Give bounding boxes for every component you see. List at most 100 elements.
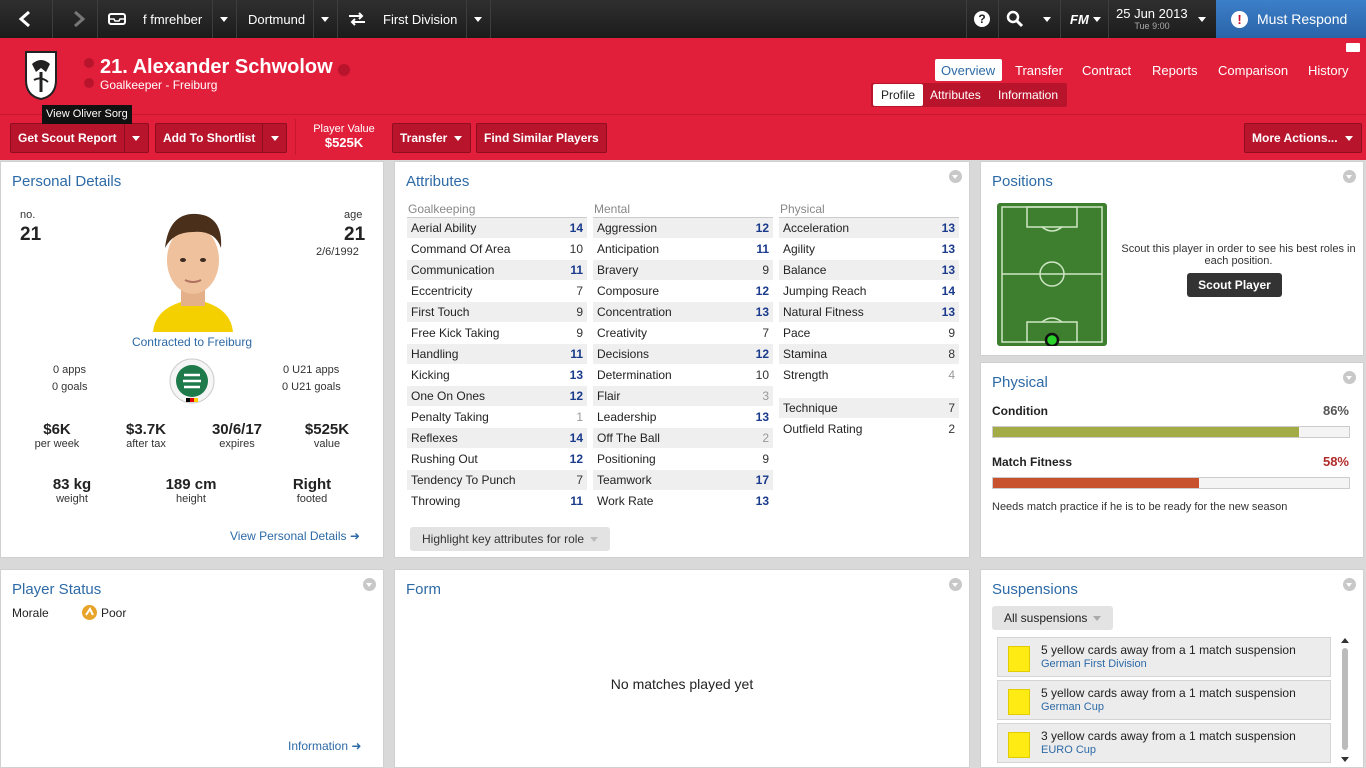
manager-name: f fmrehber (143, 11, 203, 27)
chevron-down-icon[interactable] (474, 0, 482, 38)
attribute-row[interactable]: Reflexes 14 (407, 428, 587, 448)
attribute-row[interactable]: Jumping Reach 14 (779, 281, 959, 301)
attribute-row[interactable]: Acceleration 13 (779, 218, 959, 238)
find-similar-button[interactable]: Find Similar Players (476, 123, 607, 153)
attribute-row[interactable]: Eccentricity 7 (407, 281, 587, 301)
scrollbar[interactable] (1341, 638, 1349, 762)
help-icon[interactable]: ? (973, 0, 991, 38)
subtab-attributes[interactable]: Attributes (922, 83, 989, 107)
attribute-row-technique[interactable]: Technique 7 (779, 398, 959, 418)
tab-overview[interactable]: Overview (941, 63, 995, 78)
attribute-row[interactable]: Concentration 13 (593, 302, 773, 322)
inbox-icon[interactable] (108, 0, 126, 38)
contract-link[interactable]: Contracted to Freiburg (1, 335, 383, 349)
swap-icon[interactable] (348, 0, 366, 38)
attribute-row[interactable]: Stamina 8 (779, 344, 959, 364)
attribute-row[interactable]: Aggression 12 (593, 218, 773, 238)
more-actions-button[interactable]: More Actions... (1244, 123, 1362, 153)
attribute-row[interactable]: Communication 11 (407, 260, 587, 280)
national-team-icon[interactable] (169, 358, 215, 404)
chevron-down-icon[interactable] (262, 124, 286, 152)
highlight-attributes-button[interactable]: Highlight key attributes for role (410, 527, 611, 551)
suspension-competition[interactable]: German Cup (1041, 701, 1104, 713)
information-link[interactable]: Information ➜ (288, 739, 361, 753)
attribute-row[interactable]: First Touch 9 (407, 302, 587, 322)
club-crest[interactable] (24, 50, 58, 101)
must-respond-button[interactable]: ! Must Respond (1216, 0, 1366, 38)
chevron-down-icon[interactable] (949, 578, 962, 591)
chevron-down-icon[interactable] (1343, 371, 1356, 384)
club-menu[interactable]: Dortmund (248, 0, 305, 38)
suspension-competition[interactable]: German First Division (1041, 658, 1147, 670)
player-menu-dropdown[interactable] (338, 64, 350, 76)
chevron-down-icon[interactable] (1343, 578, 1356, 591)
tab-comparison[interactable]: Comparison (1218, 63, 1288, 78)
attribute-row[interactable]: Tendency To Punch 7 (407, 470, 587, 490)
search-icon[interactable] (1006, 0, 1024, 38)
attribute-row[interactable]: Flair 3 (593, 386, 773, 406)
attribute-row[interactable]: Bravery 9 (593, 260, 773, 280)
fm-menu[interactable]: FM (1070, 0, 1101, 38)
suspension-item[interactable]: 5 yellow cards away from a 1 match suspe… (997, 637, 1331, 677)
find-similar-label: Find Similar Players (484, 131, 599, 145)
attribute-row[interactable]: Agility 13 (779, 239, 959, 259)
attribute-value: 11 (570, 347, 583, 361)
chevron-down-icon[interactable] (1343, 170, 1356, 183)
scout-player-button[interactable]: Scout Player (1187, 273, 1282, 297)
chevron-down-icon[interactable] (1198, 0, 1206, 38)
scout-report-button[interactable]: Get Scout Report (10, 123, 149, 153)
attribute-row[interactable]: Throwing 11 (407, 491, 587, 511)
attribute-row[interactable]: Penalty Taking 1 (407, 407, 587, 427)
back-icon[interactable] (18, 0, 32, 38)
attribute-row[interactable]: Pace 9 (779, 323, 959, 343)
attribute-name: Jumping Reach (783, 284, 867, 298)
shortlist-button[interactable]: Add To Shortlist (155, 123, 288, 153)
tab-transfer[interactable]: Transfer (1015, 63, 1063, 78)
game-date[interactable]: 25 Jun 2013 Tue 9:00 (1116, 6, 1196, 31)
attribute-row[interactable]: Leadership 13 (593, 407, 773, 427)
tab-history[interactable]: History (1308, 63, 1348, 78)
attribute-row[interactable]: Balance 13 (779, 260, 959, 280)
competition-menu[interactable]: First Division (383, 0, 457, 38)
attribute-row[interactable]: Work Rate 13 (593, 491, 773, 511)
transfer-button[interactable]: Transfer (392, 123, 472, 153)
suspension-competition[interactable]: EURO Cup (1041, 744, 1096, 756)
view-personal-details-link[interactable]: View Personal Details ➜ (230, 529, 360, 543)
chevron-down-icon[interactable] (220, 0, 228, 38)
tab-contract[interactable]: Contract (1082, 63, 1131, 78)
suspensions-filter[interactable]: All suspensions (992, 606, 1114, 630)
attribute-row[interactable]: Command Of Area 10 (407, 239, 587, 259)
attribute-row-outfield[interactable]: Outfield Rating 2 (779, 419, 959, 439)
suspension-item[interactable]: 5 yellow cards away from a 1 match suspe… (997, 680, 1331, 720)
chevron-down-icon[interactable] (363, 578, 376, 591)
attribute-row[interactable]: Strength 4 (779, 365, 959, 385)
next-player-icon[interactable] (84, 78, 94, 88)
suspension-item[interactable]: 3 yellow cards away from a 1 match suspe… (997, 723, 1331, 763)
attribute-row[interactable]: Off The Ball 2 (593, 428, 773, 448)
attribute-row[interactable]: Natural Fitness 13 (779, 302, 959, 322)
attribute-row[interactable]: Kicking 13 (407, 365, 587, 385)
subtab-information[interactable]: Information (990, 83, 1066, 107)
window-icon[interactable] (1346, 43, 1360, 52)
attribute-row[interactable]: Rushing Out 12 (407, 449, 587, 469)
attribute-row[interactable]: Decisions 12 (593, 344, 773, 364)
attribute-row[interactable]: Handling 11 (407, 344, 587, 364)
attribute-row[interactable]: Positioning 9 (593, 449, 773, 469)
chevron-down-icon[interactable] (949, 170, 962, 183)
manager-menu[interactable]: f fmrehber (143, 0, 202, 38)
previous-player-icon[interactable] (84, 58, 94, 68)
forward-icon[interactable] (72, 0, 86, 38)
subtab-profile[interactable]: Profile (873, 84, 924, 106)
attribute-row[interactable]: Teamwork 17 (593, 470, 773, 490)
attribute-row[interactable]: Free Kick Taking 9 (407, 323, 587, 343)
chevron-down-icon[interactable] (321, 0, 329, 38)
attribute-row[interactable]: Composure 12 (593, 281, 773, 301)
chevron-down-icon[interactable] (1043, 0, 1051, 38)
attribute-row[interactable]: Aerial Ability 14 (407, 218, 587, 238)
tab-reports[interactable]: Reports (1152, 63, 1198, 78)
attribute-row[interactable]: One On Ones 12 (407, 386, 587, 406)
chevron-down-icon[interactable] (123, 124, 148, 152)
attribute-row[interactable]: Creativity 7 (593, 323, 773, 343)
attribute-row[interactable]: Anticipation 11 (593, 239, 773, 259)
attribute-row[interactable]: Determination 10 (593, 365, 773, 385)
